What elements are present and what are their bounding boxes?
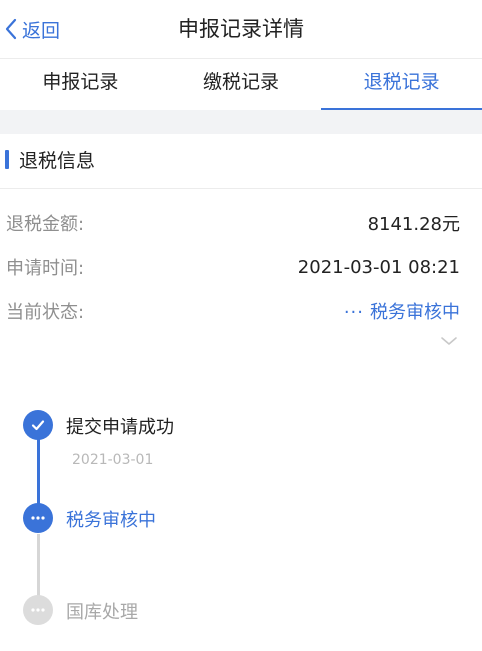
refund-info-card: 退税信息 退税金额: 8141.28元 申请时间: 2021-03-01 08:… (0, 134, 482, 651)
ellipsis-icon (31, 516, 45, 520)
timeline-line-pending (37, 534, 40, 604)
tab-bar: 申报记录 缴税记录 退税记录 (0, 58, 482, 111)
progress-timeline: 提交申请成功 2021-03-01 税务审核中 国库处理 (0, 134, 482, 651)
section-gap (0, 110, 482, 134)
step-done-node (23, 410, 53, 440)
tab-declaration-records[interactable]: 申报记录 (0, 59, 161, 109)
nav-bar: 返回 申报记录详情 (0, 0, 482, 58)
step-submitted-date: 2021-03-01 (72, 452, 154, 468)
tab-payment-records[interactable]: 缴税记录 (161, 59, 322, 109)
page-title: 申报记录详情 (178, 17, 304, 41)
check-icon (31, 420, 45, 431)
step-treasury-label: 国库处理 (66, 602, 138, 623)
step-pending-node (23, 595, 53, 625)
step-current-node (23, 503, 53, 533)
step-submitted-label: 提交申请成功 (66, 417, 174, 438)
ellipsis-icon (31, 608, 45, 612)
step-review-label: 税务审核中 (66, 510, 156, 531)
tab-refund-records[interactable]: 退税记录 (321, 59, 482, 111)
